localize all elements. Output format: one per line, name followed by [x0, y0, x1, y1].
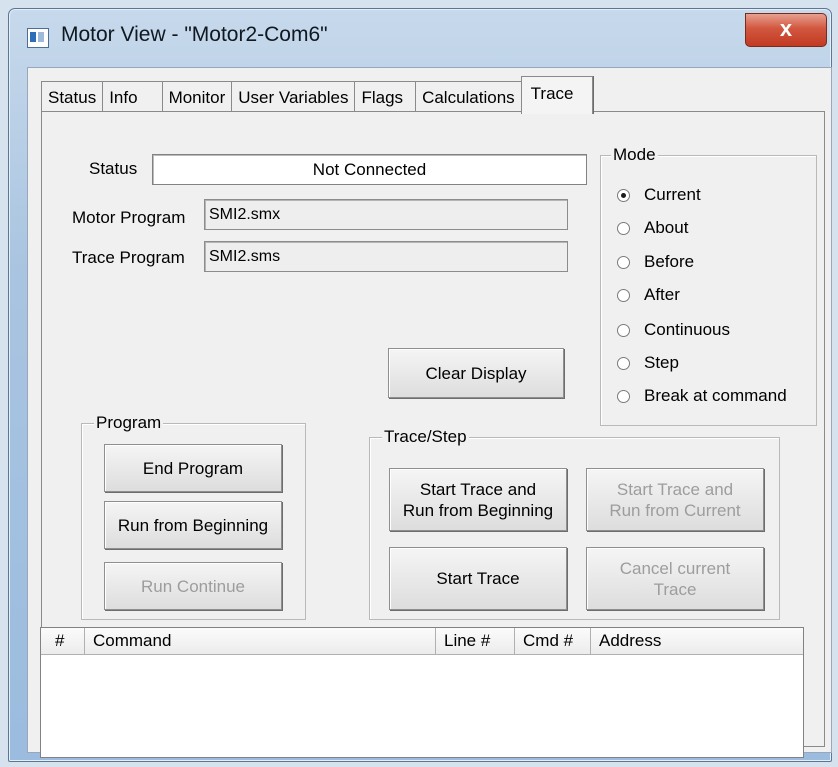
radio-label: Current: [644, 185, 701, 204]
radio-label: Before: [644, 252, 695, 271]
radio-label: Step: [644, 353, 679, 372]
run-continue-button[interactable]: Run Continue: [104, 562, 282, 610]
radio-icon: [617, 288, 630, 302]
program-group-title: Program: [94, 413, 164, 433]
radio-label: Break at command: [644, 386, 787, 405]
radio-label: Continuous: [644, 320, 731, 339]
mode-radio-before[interactable]: Before: [617, 250, 694, 274]
radio-icon: [617, 221, 630, 235]
clear-display-button[interactable]: Clear Display: [388, 348, 564, 398]
tab-calculations[interactable]: Calculations: [415, 81, 522, 113]
tab-flags[interactable]: Flags: [354, 81, 417, 113]
trace-program-field: SMI2.sms: [204, 241, 568, 272]
app-icon: [27, 28, 49, 48]
radio-icon: [617, 323, 630, 337]
mode-radio-after[interactable]: After: [617, 283, 680, 307]
trace-step-group-title: Trace/Step: [382, 427, 469, 447]
mode-radio-about[interactable]: About: [617, 216, 688, 240]
radio-label: After: [644, 285, 680, 304]
start-trace-run-current-button[interactable]: Start Trace and Run from Current: [586, 468, 764, 531]
motor-program-field: SMI2.smx: [204, 199, 568, 230]
status-field: Not Connected: [152, 154, 587, 185]
start-trace-run-beginning-button[interactable]: Start Trace and Run from Beginning: [389, 468, 567, 531]
tab-info[interactable]: Info: [102, 81, 163, 113]
mode-radio-break-at-command[interactable]: Break at command: [617, 384, 787, 408]
client-area: Status Info Monitor User Variables Flags…: [27, 67, 832, 758]
radio-icon: [617, 255, 630, 269]
column-header-command[interactable]: Command: [85, 628, 436, 654]
title-bar[interactable]: Motor View - "Motor2-Com6" x: [9, 9, 831, 67]
cancel-current-trace-button[interactable]: Cancel current Trace: [586, 547, 764, 610]
mode-group: Mode Current About Before After Continuo…: [600, 145, 817, 426]
radio-label: About: [644, 218, 689, 237]
trace-program-label: Trace Program: [72, 248, 185, 267]
window-title: Motor View - "Motor2-Com6": [61, 23, 328, 46]
trace-list[interactable]: # Command Line # Cmd # Address: [40, 627, 804, 758]
radio-selected-icon: [617, 188, 630, 202]
motor-program-label: Motor Program: [72, 208, 186, 227]
column-header-number[interactable]: #: [41, 628, 85, 654]
mode-radio-current[interactable]: Current: [617, 183, 701, 207]
mode-radio-continuous[interactable]: Continuous: [617, 318, 730, 342]
radio-icon: [617, 389, 630, 403]
tab-user-variables[interactable]: User Variables: [231, 81, 356, 113]
end-program-button[interactable]: End Program: [104, 444, 282, 492]
run-from-beginning-button[interactable]: Run from Beginning: [104, 501, 282, 549]
tab-trace[interactable]: Trace: [520, 76, 593, 114]
column-header-address[interactable]: Address: [591, 628, 803, 654]
mode-radio-step[interactable]: Step: [617, 351, 679, 375]
program-group: Program End Program Run from Beginning R…: [81, 413, 306, 620]
status-label: Status: [89, 159, 138, 178]
radio-icon: [617, 356, 630, 370]
tab-status[interactable]: Status: [41, 81, 104, 113]
column-header-line[interactable]: Line #: [436, 628, 515, 654]
start-trace-button[interactable]: Start Trace: [389, 547, 567, 610]
close-button[interactable]: x: [745, 13, 827, 47]
trace-list-header: # Command Line # Cmd # Address: [41, 628, 803, 655]
trace-step-group: Trace/Step Start Trace and Run from Begi…: [369, 427, 780, 620]
column-header-cmd[interactable]: Cmd #: [515, 628, 591, 654]
tab-monitor[interactable]: Monitor: [161, 81, 233, 113]
tab-strip: Status Info Monitor User Variables Flags…: [41, 76, 593, 114]
mode-group-title: Mode: [611, 145, 658, 165]
motor-view-window: Motor View - "Motor2-Com6" x Status Info…: [8, 8, 832, 762]
